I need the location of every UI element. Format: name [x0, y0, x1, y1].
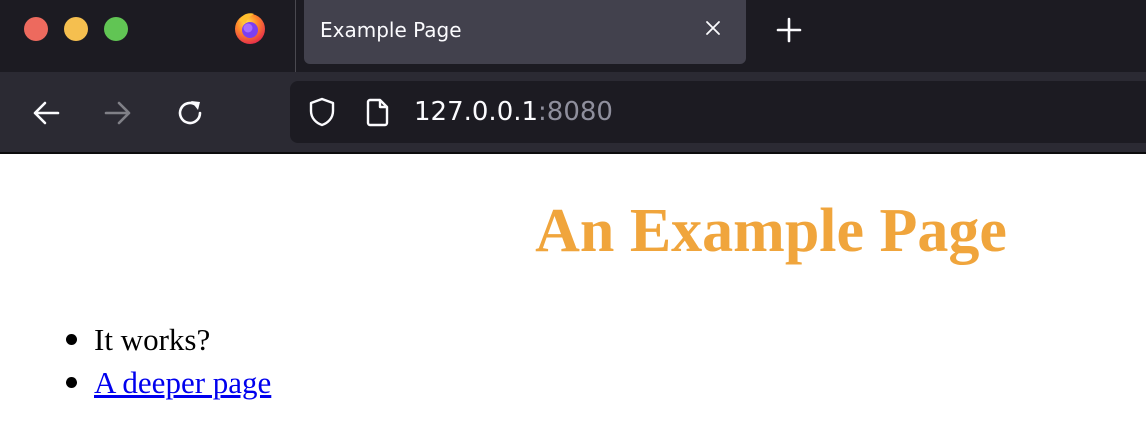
firefox-logo-icon[interactable]	[233, 11, 267, 45]
list-item: A deeper page	[66, 361, 271, 404]
shield-icon[interactable]	[307, 96, 337, 128]
url-bar[interactable]: 127.0.0.1:8080	[290, 81, 1146, 143]
reload-icon[interactable]	[173, 96, 207, 130]
page-content: An Example Page It works? A deeper page	[0, 154, 1146, 428]
url-port: :8080	[538, 97, 613, 127]
url-host: 127.0.0.1	[414, 97, 539, 127]
arrow-left-icon[interactable]	[29, 96, 63, 130]
tab-example-page[interactable]: Example Page	[304, 0, 746, 64]
plus-icon[interactable]	[774, 15, 804, 45]
bullet-icon	[66, 334, 77, 345]
browser-window: Example Page 127.0.0.1:8080 An Example P…	[0, 0, 1146, 428]
window-minimize-button[interactable]	[64, 17, 88, 41]
tab-title: Example Page	[320, 18, 462, 42]
window-maximize-button[interactable]	[104, 17, 128, 41]
page-title: An Example Page	[535, 197, 1007, 265]
deeper-page-link[interactable]: A deeper page	[94, 365, 271, 400]
bullet-icon	[66, 377, 77, 388]
tab-strip: Example Page	[0, 0, 1146, 72]
tab-separator	[295, 0, 296, 72]
window-close-button[interactable]	[24, 17, 48, 41]
list-item-text: It works?	[94, 322, 211, 357]
bullet-list: It works? A deeper page	[66, 318, 271, 404]
list-item: It works?	[66, 318, 271, 361]
page-icon[interactable]	[365, 97, 391, 127]
navigation-toolbar: 127.0.0.1:8080	[0, 72, 1146, 152]
close-icon[interactable]	[702, 17, 724, 39]
arrow-right-icon[interactable]	[101, 96, 135, 130]
url-address[interactable]: 127.0.0.1:8080	[414, 96, 613, 128]
